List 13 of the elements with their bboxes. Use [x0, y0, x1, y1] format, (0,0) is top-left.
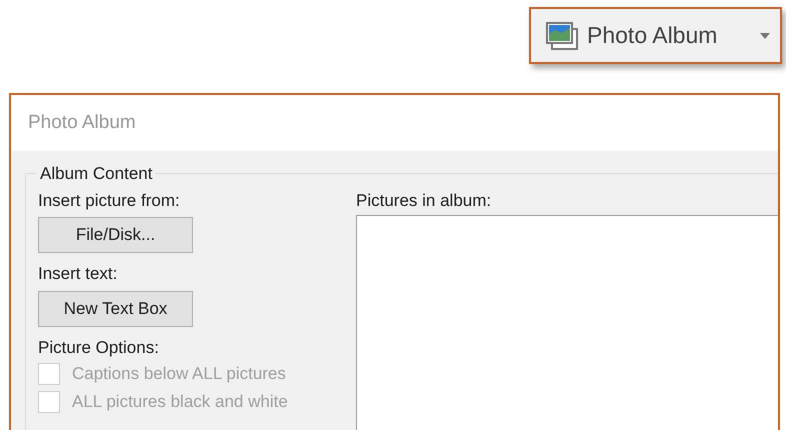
- picture-icon: [545, 20, 579, 50]
- checkbox-label: Captions below ALL pictures: [72, 363, 286, 385]
- insert-picture-label: Insert picture from:: [38, 190, 181, 212]
- dropdown-caret-icon: [760, 32, 770, 38]
- file-disk-button[interactable]: File/Disk...: [38, 217, 193, 253]
- picture-options-label: Picture Options:: [38, 337, 160, 359]
- photo-album-ribbon-button[interactable]: Photo Album: [529, 7, 782, 64]
- insert-text-label: Insert text:: [38, 263, 118, 285]
- dialog-title: Photo Album: [28, 110, 136, 135]
- new-text-box-button[interactable]: New Text Box: [38, 291, 193, 327]
- pictures-in-album-label: Pictures in album:: [356, 190, 492, 212]
- checkbox-label: ALL pictures black and white: [72, 391, 288, 413]
- pictures-list-box[interactable]: [356, 215, 778, 430]
